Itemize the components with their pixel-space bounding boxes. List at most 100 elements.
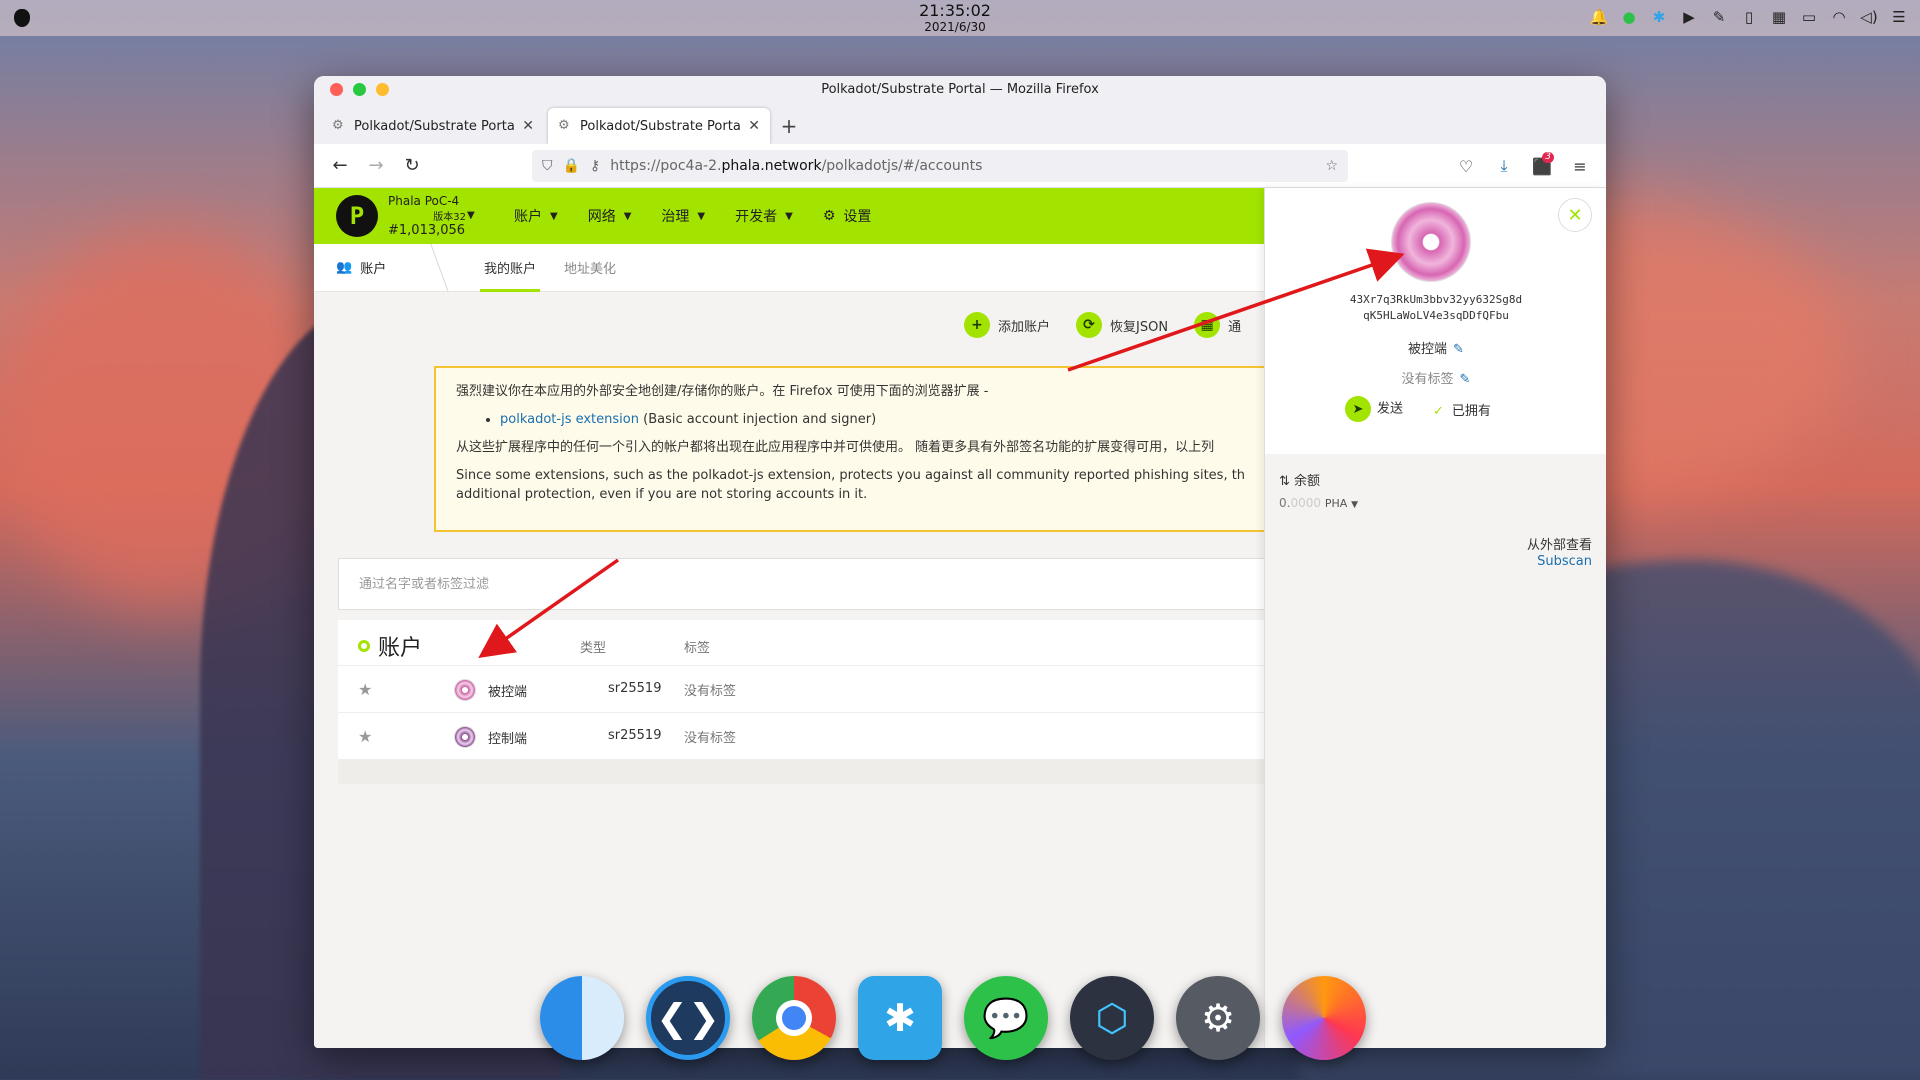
firefox-icon[interactable] [1282, 976, 1366, 1060]
account-sidebar: ✕ 43Xr7q3RkUm3bbv32yy632Sg8d qK5HLaWoLV4… [1264, 188, 1606, 1048]
balance-int: 0. [1279, 496, 1291, 510]
subscan-link[interactable]: Subscan [1537, 554, 1592, 569]
apple-icon[interactable] [14, 9, 30, 27]
add-account-button[interactable]: + 添加账户 [964, 312, 1050, 338]
section-label: 账户 [360, 262, 387, 277]
feather-icon[interactable]: ✎ [1710, 8, 1728, 26]
external-view-label: 从外部查看 [1526, 538, 1592, 553]
menu-accounts[interactable]: 账户 ▼ [514, 206, 558, 226]
identicon-icon[interactable] [454, 679, 476, 701]
table-row[interactable]: ★ 被控端 sr25519 没有标签 [338, 666, 1264, 713]
play-icon[interactable]: ▶ [1680, 8, 1698, 26]
browser-tab[interactable]: ⚙ Polkadot/Substrate Portal ✕ [322, 108, 544, 144]
close-tab-icon[interactable]: ✕ [522, 118, 534, 134]
users-icon: 👥 [336, 260, 353, 275]
reload-button[interactable]: ↻ [396, 150, 428, 182]
monitor-icon[interactable]: ⬡ [1070, 976, 1154, 1060]
paper-plane-icon: ➤ [1345, 396, 1371, 422]
sub-navigation: 👥 账户 我的账户 地址美化 [314, 243, 1264, 292]
chevron-down-icon: ▼ [785, 210, 793, 222]
sidebar-header: ✕ 43Xr7q3RkUm3bbv32yy632Sg8d qK5HLaWoLV4… [1265, 188, 1606, 454]
account-filter-input[interactable]: 通过名字或者标签过滤 [338, 558, 1264, 610]
url-text[interactable]: https://poc4a-2.phala.network/polkadotjs… [610, 158, 1315, 174]
phala-logo[interactable]: P [336, 195, 378, 237]
account-address[interactable]: 43Xr7q3RkUm3bbv32yy632Sg8d qK5HLaWoLV4e3… [1265, 292, 1606, 324]
key-icon[interactable]: ⚷ [590, 158, 600, 174]
system-clock[interactable]: 21:35:02 2021/6/30 [900, 2, 1010, 35]
identicon-icon[interactable] [454, 726, 476, 748]
tab-my-accounts[interactable]: 我的账户 [470, 244, 550, 292]
tab-label: Polkadot/Substrate Portal [580, 118, 741, 134]
menu-label: 账户 [514, 209, 542, 225]
chevron-down-icon: ▼ [550, 210, 558, 222]
favorite-star-icon[interactable]: ★ [358, 727, 372, 746]
edit-icon[interactable]: ✎ [1460, 372, 1471, 387]
window-titlebar[interactable]: Polkadot/Substrate Portal — Mozilla Fire… [314, 76, 1606, 104]
account-actions: + 添加账户 ⟳ 恢复JSON ▦ 通 [964, 312, 1241, 338]
system-settings-icon[interactable]: ⚙ [1176, 976, 1260, 1060]
table-row[interactable]: ★ 控制端 sr25519 没有标签 [338, 713, 1264, 760]
menu-network[interactable]: 网络 ▼ [588, 206, 632, 226]
account-name[interactable]: 控制端 [488, 728, 527, 747]
extension-badge: 3 [1542, 152, 1554, 163]
volume-icon[interactable]: ◁) [1860, 8, 1878, 26]
menu-settings[interactable]: ⚙ 设置 [823, 206, 872, 226]
toolbar-right: ♡ ⤓ ⬛ 3 ≡ [1450, 150, 1596, 182]
action-label: 通 [1228, 319, 1242, 335]
edit-icon[interactable]: ✎ [1453, 342, 1464, 357]
restore-json-button[interactable]: ⟳ 恢复JSON [1076, 312, 1168, 338]
menu-governance[interactable]: 治理 ▼ [661, 206, 705, 226]
address-line: 43Xr7q3RkUm3bbv32yy632Sg8d [1349, 293, 1523, 306]
sidebar-actions: ➤ 发送 ✓ 已拥有 [1345, 396, 1491, 422]
send-button[interactable]: ➤ 发送 [1345, 396, 1403, 422]
owned-indicator: ✓ 已拥有 [1433, 400, 1491, 419]
menu-label: 网络 [587, 209, 616, 225]
bell-icon[interactable]: 🔔 [1590, 8, 1609, 26]
balance-value[interactable]: 0.0000 PHA ▼ [1279, 496, 1358, 510]
clock-date: 2021/6/30 [924, 20, 986, 34]
lock-icon[interactable]: 🔒 [563, 158, 580, 174]
back-button[interactable]: ← [324, 150, 356, 182]
wechat-icon[interactable]: 💬 [964, 976, 1048, 1060]
chevron-down-icon: ▼ [697, 210, 706, 222]
battery-icon[interactable]: ▭ [1800, 8, 1818, 26]
close-sidebar-button[interactable]: ✕ [1558, 198, 1592, 232]
snipaste-icon[interactable]: ✱ [858, 976, 942, 1060]
close-tab-icon[interactable]: ✕ [748, 118, 760, 134]
pocket-icon[interactable]: ♡ [1450, 150, 1482, 182]
chrome-icon[interactable] [752, 976, 836, 1060]
snipaste-tray-icon[interactable]: ✱ [1650, 8, 1668, 26]
hamburger-menu-icon[interactable]: ≡ [1564, 150, 1596, 182]
clipboard-icon[interactable]: ▯ [1740, 8, 1758, 26]
account-type: sr25519 [608, 728, 662, 743]
new-tab-button[interactable]: + [774, 108, 804, 144]
tab-vanity-address[interactable]: 地址美化 [550, 244, 630, 292]
wifi-icon[interactable]: ◠ [1830, 8, 1848, 26]
qr-account-button[interactable]: ▦ 通 [1194, 312, 1241, 338]
browser-tab-active[interactable]: ⚙ Polkadot/Substrate Portal ✕ [548, 108, 770, 144]
favicon-icon: ⚙ [558, 118, 570, 133]
extension-icon[interactable]: ⬛ 3 [1526, 150, 1558, 182]
favorite-star-icon[interactable]: ★ [358, 680, 372, 699]
extension-link[interactable]: polkadot-js extension [500, 412, 639, 427]
warning-line: 强烈建议你在本应用的外部安全地创建/存储你的账户。在 Firefox 可使用下面… [456, 384, 989, 399]
url-bar[interactable]: ⛉ 🔒 ⚷ https://poc4a-2.phala.network/polk… [532, 150, 1348, 182]
finder-icon[interactable] [540, 976, 624, 1060]
account-identicon-icon[interactable] [1391, 202, 1471, 282]
bookmark-star-icon[interactable]: ☆ [1325, 158, 1338, 174]
download-icon[interactable]: ⤓ [1488, 150, 1520, 182]
account-type: sr25519 [608, 681, 662, 696]
wechat-tray-icon[interactable]: ● [1620, 8, 1638, 26]
shield-icon[interactable]: ⛉ [542, 158, 553, 174]
warning-line: additional protection, even if you are n… [456, 487, 868, 502]
account-name[interactable]: 被控端 [488, 681, 527, 700]
app-header: P Phala PoC-4 版本32 #1,013,056 ▼ 账户 ▼ 网络 ▼ … [314, 188, 1264, 244]
balance-label: ⇅ 余额 [1279, 470, 1320, 489]
forward-button[interactable]: → [360, 150, 392, 182]
chevron-down-icon[interactable]: ▼ [1351, 500, 1358, 510]
grid-icon[interactable]: ▦ [1770, 8, 1788, 26]
tray-menu-icon[interactable]: ☰ [1890, 8, 1908, 26]
menu-developer[interactable]: 开发者 ▼ [735, 206, 793, 226]
vscode-icon[interactable]: ❮❯ [646, 976, 730, 1060]
action-label: 恢复JSON [1110, 319, 1169, 335]
